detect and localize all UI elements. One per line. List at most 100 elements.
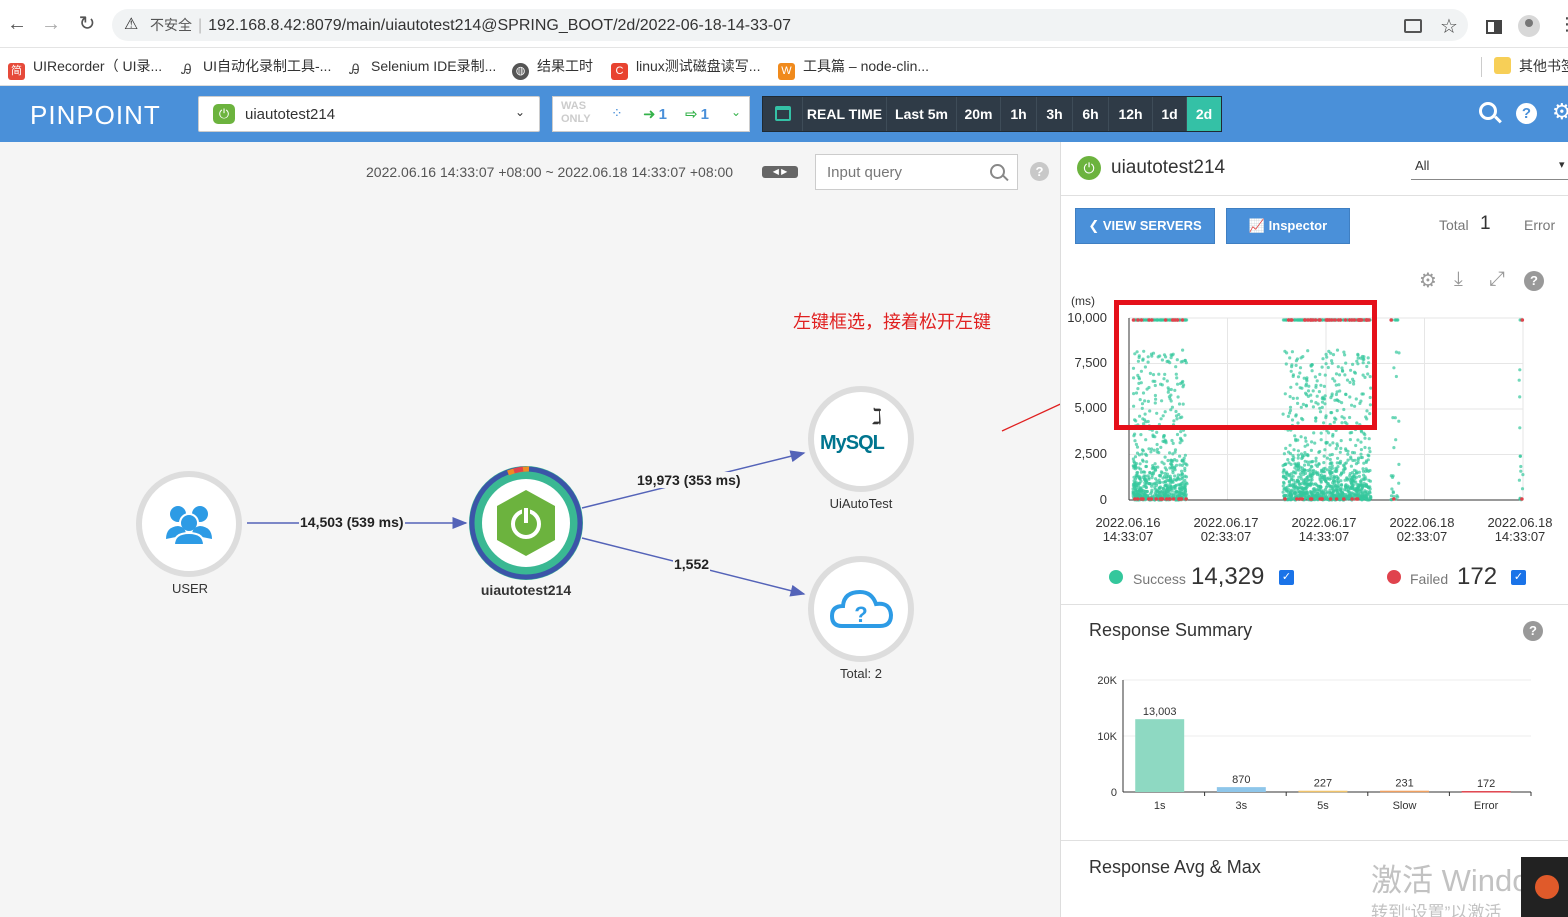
bookmark-item[interactable]: Clinux测试磁盘读写... (611, 57, 760, 80)
scatter-point (1298, 482, 1302, 486)
bookmark-item[interactable]: Ꭿ Selenium IDE录制... (346, 57, 496, 78)
scatter-point (1286, 458, 1290, 462)
scatter-point (1319, 485, 1323, 489)
bookmark-item[interactable]: ◍ 结果工时 (512, 57, 593, 80)
calendar-icon[interactable] (763, 97, 803, 131)
unknown-node[interactable]: ? (808, 556, 914, 662)
help-icon[interactable]: ? (1516, 103, 1537, 124)
forward-icon[interactable]: → (40, 14, 62, 36)
scatter-point (1323, 448, 1327, 452)
sidepanel-icon[interactable] (1486, 20, 1502, 34)
drag-selection-box (1114, 300, 1377, 430)
scatter-point (1179, 438, 1183, 442)
edge-label-app-unknown[interactable]: 1,552 (673, 556, 711, 572)
bar-5s[interactable] (1298, 790, 1348, 793)
agent-selector[interactable]: WAS ONLY ⁘ ➜ 1 ⇨ 1 ⌄ (552, 96, 750, 132)
tab-last-5m[interactable]: Last 5m (887, 97, 957, 131)
tab-12h[interactable]: 12h (1109, 97, 1153, 131)
reload-icon[interactable]: ↻ (76, 14, 98, 36)
scatter-point (1147, 477, 1151, 481)
view-servers-button[interactable]: ❮ VIEW SERVERS (1075, 208, 1215, 244)
tab-20m[interactable]: 20m (957, 97, 1001, 131)
chart-line-icon: 📈 (1248, 218, 1269, 233)
inspector-button[interactable]: 📈 Inspector (1226, 208, 1350, 244)
spring-boot-icon: ⏻ (1077, 156, 1101, 180)
pinpoint-logo[interactable]: PINPOINT (30, 100, 161, 131)
bookmark-label: 结果工时 (537, 58, 593, 74)
scatter-point (1336, 476, 1340, 480)
scatter-point (1296, 453, 1300, 457)
scatter-point (1392, 366, 1396, 370)
scatter-point (1170, 438, 1174, 443)
app-node[interactable] (469, 466, 583, 580)
url-bar[interactable]: ⚠ 不安全 | 192.168.8.42:8079/main/uiautotest2… (112, 9, 1468, 41)
server-map[interactable]: 2022.06.16 14:33:07 +08:00 ~ 2022.06.18 … (0, 142, 1060, 917)
scatter-point (1296, 456, 1300, 460)
scatter-x-tick: 2022.06.17 14:33:07 (1287, 516, 1361, 544)
scatter-point (1301, 455, 1305, 459)
back-icon[interactable]: ← (6, 14, 28, 36)
scatter-point (1314, 456, 1318, 460)
tab-1d[interactable]: 1d (1153, 97, 1187, 131)
scatter-point (1348, 474, 1352, 478)
tab-6h[interactable]: 6h (1073, 97, 1109, 131)
bookmark-item[interactable]: W 工具篇 – node-clin... (778, 57, 929, 80)
menu-icon[interactable]: ⋮ (1558, 14, 1568, 35)
bar-1s[interactable] (1135, 719, 1185, 792)
success-checkbox[interactable]: ✓ (1279, 570, 1294, 585)
tab-2d[interactable]: 2d (1187, 97, 1221, 131)
scatter-point (1293, 434, 1297, 438)
agent-out-count: 1 (700, 106, 709, 123)
scatter-x-time: 14:33:07 (1102, 529, 1154, 544)
server-filter-select[interactable]: All ▾ (1411, 156, 1568, 180)
bookmark-item[interactable]: 简 UIRecorder（ UI录... (8, 57, 162, 80)
application-selector[interactable]: ⏻ uiautotest214 ⌄ (198, 96, 540, 132)
help-icon[interactable]: ? (1523, 621, 1543, 641)
expand-icon[interactable]: ⤢ (1489, 268, 1505, 291)
bookmark-script-icon: Ꭿ (181, 61, 192, 77)
failed-checkbox[interactable]: ✓ (1511, 570, 1526, 585)
scatter-point (1163, 455, 1167, 459)
share-icon[interactable] (1404, 19, 1422, 33)
scatter-point (1158, 480, 1162, 484)
user-node[interactable] (136, 471, 242, 577)
tab-realtime[interactable]: REAL TIME (803, 97, 887, 131)
scatter-point (1340, 483, 1344, 487)
edge-label-app-mysql[interactable]: 19,973 (353 ms) (636, 472, 742, 488)
scatter-point (1309, 478, 1313, 482)
success-value: 14,329 (1191, 563, 1265, 590)
bookmark-red-icon: 简 (8, 63, 25, 80)
scatter-x-tick: 2022.06.18 02:33:07 (1385, 516, 1459, 544)
mysql-node[interactable]: MySQL ℷ (808, 386, 914, 492)
globe-icon: ◍ (512, 63, 529, 80)
scatter-point (1339, 446, 1343, 450)
bar-3s[interactable] (1216, 787, 1266, 792)
tab-1h[interactable]: 1h (1001, 97, 1037, 131)
star-icon[interactable]: ☆ (1440, 14, 1458, 39)
scatter-point (1303, 463, 1307, 467)
search-icon[interactable] (1479, 102, 1502, 124)
scatter-point (1138, 475, 1142, 479)
profile-avatar[interactable] (1518, 15, 1540, 37)
bookmark-item[interactable]: Ꭿ UI自动化录制工具-... (178, 57, 331, 78)
scatter-point (1183, 453, 1187, 457)
bookmark-item[interactable]: 其他书签 (1494, 57, 1568, 75)
scatter-point (1357, 483, 1361, 487)
scatter-point (1181, 480, 1185, 484)
scatter-point (1332, 476, 1336, 480)
scatter-point (1350, 479, 1355, 483)
edge-label-user-app[interactable]: 14,503 (539 ms) (299, 514, 405, 530)
bar-slow[interactable] (1380, 790, 1429, 793)
scatter-point (1296, 488, 1300, 492)
scatter-point (1291, 454, 1295, 458)
download-icon[interactable]: ⤓ (1454, 268, 1463, 291)
scatter-point-failed (1167, 497, 1172, 501)
bar-error[interactable] (1461, 791, 1511, 793)
help-icon[interactable]: ? (1524, 271, 1544, 291)
scatter-point (1178, 463, 1182, 467)
gear-icon[interactable]: ⚙ (1419, 268, 1437, 293)
scatter-point (1350, 430, 1354, 435)
tab-3h[interactable]: 3h (1037, 97, 1073, 131)
scatter-point (1131, 492, 1135, 496)
gear-icon[interactable]: ⚙ (1552, 99, 1568, 125)
